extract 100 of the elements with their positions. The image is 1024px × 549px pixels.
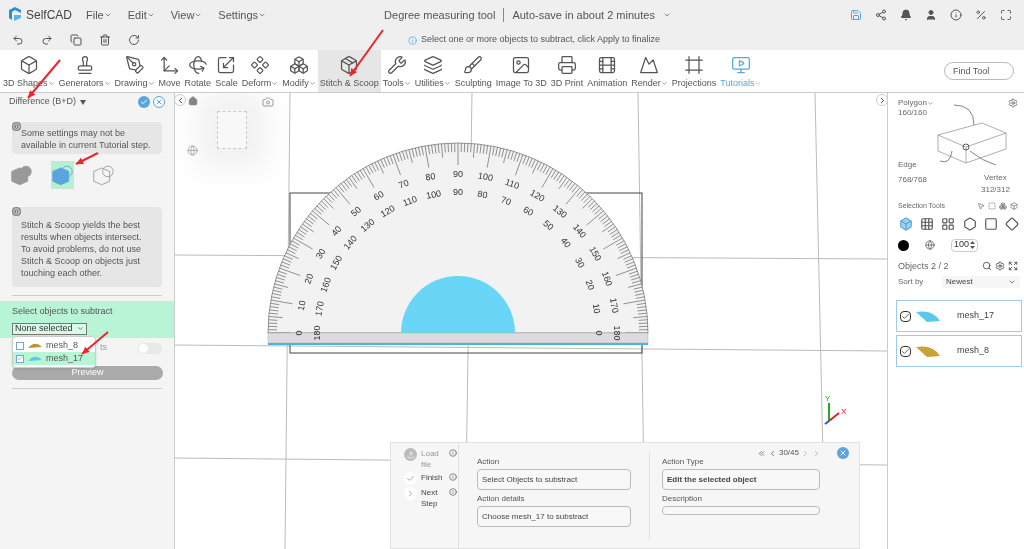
- tool-button[interactable]: Animation: [585, 50, 630, 92]
- checkbox[interactable]: [16, 341, 24, 350]
- selection-mode-button[interactable]: [961, 215, 978, 232]
- fullscreen-icon[interactable]: [1000, 9, 1012, 21]
- text-field[interactable]: Choose mesh_17 to substract: [477, 506, 631, 527]
- apply-button[interactable]: [138, 96, 150, 108]
- tool-button[interactable]: Stitch & Scoop: [317, 50, 381, 92]
- edge-count: 768/768: [898, 174, 927, 186]
- tool-button[interactable]: Deform: [239, 50, 281, 92]
- percent-icon[interactable]: [975, 9, 987, 21]
- scale-number: 10: [590, 302, 603, 315]
- tool-button[interactable]: Render: [629, 50, 670, 92]
- scale-number: 70: [499, 194, 513, 208]
- close-button[interactable]: [153, 96, 165, 108]
- scale-number: 60: [521, 204, 536, 219]
- step-button[interactable]: Finish: [404, 472, 458, 485]
- selection-mode-button[interactable]: [919, 215, 936, 232]
- object-list-item[interactable]: mesh_17: [896, 300, 1022, 332]
- scale-number: 40: [558, 235, 573, 250]
- autosave-dropdown[interactable]: Auto-save in about 2 minutes: [512, 6, 671, 24]
- objects-dropdown[interactable]: None selected: [12, 322, 87, 335]
- checkbox[interactable]: [16, 354, 24, 363]
- trash-icon[interactable]: [99, 34, 111, 46]
- caret-icon: [47, 79, 55, 87]
- camera-icon[interactable]: [262, 96, 274, 108]
- tool-button[interactable]: Tools: [380, 50, 413, 92]
- tool-button[interactable]: 3D Print: [548, 50, 586, 92]
- settings-icon[interactable]: [1008, 98, 1018, 108]
- checkbox[interactable]: [900, 310, 911, 322]
- sort-dropdown[interactable]: Newest: [942, 276, 1020, 288]
- caret-icon: [754, 79, 762, 87]
- tool-button[interactable]: Move: [156, 50, 183, 92]
- selection-mode-button[interactable]: [982, 215, 999, 232]
- mountain-icon: [639, 54, 660, 75]
- object-list-item[interactable]: mesh_8: [896, 335, 1022, 367]
- object-option[interactable]: mesh_17: [13, 352, 95, 365]
- tool-button[interactable]: Image To 3D: [493, 50, 549, 92]
- tool-button[interactable]: Drawing: [112, 50, 157, 92]
- text-field[interactable]: Edit the selected object: [662, 469, 820, 490]
- tool-button[interactable]: Utilities: [412, 50, 453, 92]
- selection-mode-button[interactable]: [1003, 215, 1020, 232]
- scale-number: 20: [302, 272, 316, 286]
- home-icon[interactable]: [188, 96, 198, 106]
- scale-number: 0: [593, 330, 604, 336]
- settings-icon[interactable]: [995, 261, 1005, 272]
- caret-icon: [258, 11, 267, 19]
- text-field[interactable]: Select Objects to substract: [477, 469, 631, 490]
- tool-button[interactable]: Projections: [669, 50, 719, 92]
- layers-icon: [422, 54, 443, 75]
- close-button[interactable]: [837, 447, 849, 459]
- refresh-icon[interactable]: [128, 34, 140, 46]
- size-spinner[interactable]: 100: [951, 238, 979, 252]
- undo-icon[interactable]: [12, 34, 24, 46]
- menu-item[interactable]: Settings: [218, 6, 267, 24]
- find-tool-field[interactable]: Find Tool: [944, 62, 1014, 80]
- scale-number: 110: [401, 193, 419, 208]
- selection-mode-button[interactable]: [940, 215, 957, 232]
- sphere-icon[interactable]: [925, 240, 935, 250]
- menu-item[interactable]: View: [170, 6, 203, 24]
- cube-icon[interactable]: [1010, 202, 1018, 211]
- share-icon[interactable]: [875, 9, 887, 21]
- pointer-icon[interactable]: [977, 202, 985, 211]
- menu-item[interactable]: File: [86, 6, 112, 24]
- globe-icon[interactable]: [187, 145, 198, 156]
- tool-button[interactable]: Modify: [280, 50, 318, 92]
- user-icon[interactable]: [925, 9, 937, 21]
- redo-icon[interactable]: [41, 34, 53, 46]
- tool-button[interactable]: Sculpting: [452, 50, 494, 92]
- menu-item[interactable]: Edit: [127, 6, 155, 24]
- bell-icon[interactable]: [900, 9, 912, 21]
- scale-number: 50: [541, 218, 556, 233]
- first-page-icon[interactable]: [756, 448, 766, 458]
- mode-button[interactable]: [51, 161, 74, 189]
- expand-icon[interactable]: [1008, 261, 1018, 272]
- scale-number: 60: [371, 188, 386, 203]
- step-button[interactable]: Next Step: [404, 487, 458, 509]
- boxes-icon[interactable]: [999, 202, 1007, 211]
- tool-button[interactable]: Scale: [213, 50, 240, 92]
- objects-count: Objects 2 / 2: [898, 259, 949, 273]
- operation-dropdown[interactable]: Difference (B+D): [9, 95, 87, 109]
- object-name: mesh_8: [957, 344, 990, 358]
- union-mode-icon: [10, 163, 33, 187]
- caret-icon: [1008, 278, 1016, 286]
- text-field[interactable]: [662, 506, 820, 515]
- info-icon[interactable]: [950, 9, 962, 21]
- tool-button[interactable]: Generators: [56, 50, 113, 92]
- search-icon[interactable]: [982, 261, 992, 272]
- info-icon: [449, 488, 457, 496]
- page-counter: 30/45: [778, 447, 799, 459]
- tool-button[interactable]: Rotate: [182, 50, 214, 92]
- axis-label: X: [841, 407, 847, 416]
- dashed-square-icon[interactable]: [988, 202, 996, 211]
- save-icon[interactable]: [850, 9, 862, 21]
- copy-icon[interactable]: [70, 34, 82, 46]
- polygon-count: 160/160: [898, 107, 927, 119]
- object-option[interactable]: mesh_8: [13, 339, 95, 352]
- checkbox[interactable]: [900, 345, 911, 357]
- polygon-dropdown[interactable]: Polygon: [898, 97, 934, 109]
- collapse-button[interactable]: [175, 94, 186, 106]
- color-swatch[interactable]: [898, 239, 909, 251]
